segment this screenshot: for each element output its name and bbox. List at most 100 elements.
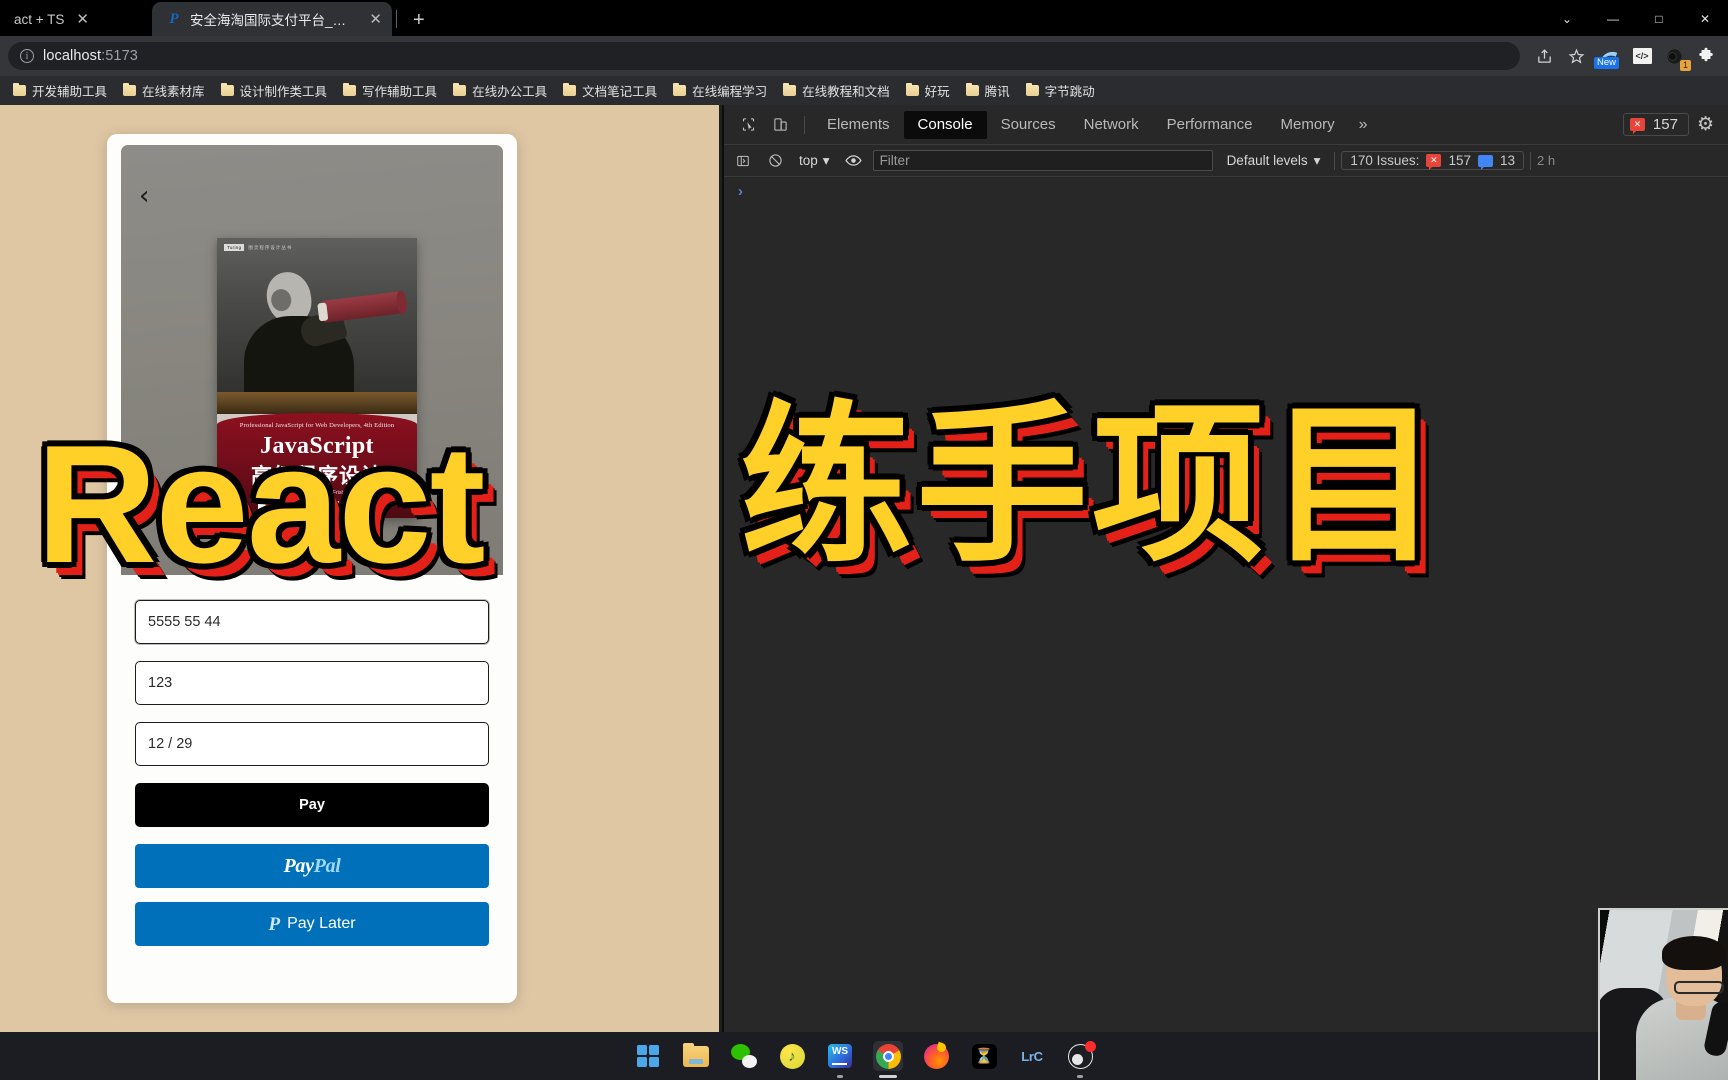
bookmark-label: 文档笔记工具 <box>582 85 658 99</box>
devtools-code-icon[interactable]: </> <box>1628 42 1656 70</box>
maximize-button[interactable]: □ <box>1636 2 1682 36</box>
card-expiry-input[interactable]: 12 / 29 <box>135 722 489 766</box>
taskbar-item-webstorm[interactable]: WS <box>825 1041 855 1078</box>
taskbar-item-chrome[interactable] <box>873 1041 903 1078</box>
bookmark-item[interactable]: 开发辅助工具 <box>6 78 114 103</box>
tab-sources[interactable]: Sources <box>987 111 1070 139</box>
back-button[interactable]: ‹ <box>139 183 149 209</box>
more-tabs-chevron-icon[interactable]: » <box>1349 116 1378 134</box>
book-title-block: Professional JavaScript for Web Develope… <box>217 413 417 518</box>
book-title-en: JavaScript <box>260 433 374 459</box>
live-expression-eye-icon[interactable] <box>841 149 867 173</box>
taskbar-item-capcut[interactable]: ⏳ <box>969 1041 999 1071</box>
error-x-icon: ✕ <box>1426 154 1442 170</box>
taskbar-item-lightroom-classic[interactable]: LrC <box>1017 1041 1047 1071</box>
pay-button[interactable]: Pay <box>135 783 489 827</box>
console-prompt-arrow-icon: › <box>738 182 743 200</box>
pay-later-label: Pay Later <box>287 915 356 932</box>
bookmark-item[interactable]: 好玩 <box>899 78 957 103</box>
bookmark-item[interactable]: 文档笔记工具 <box>556 78 664 103</box>
bookmark-star-icon[interactable] <box>1562 42 1590 70</box>
close-window-button[interactable]: ✕ <box>1682 2 1728 36</box>
devtools-status-area: ✕ 157 ⚙ <box>1622 113 1720 136</box>
bookmark-item[interactable]: 在线素材库 <box>116 78 212 103</box>
bookmark-item[interactable]: 在线编程学习 <box>666 78 774 103</box>
bookmark-label: 在线办公工具 <box>472 85 548 99</box>
tab-network[interactable]: Network <box>1070 111 1153 139</box>
inspect-cursor-icon[interactable] <box>732 111 764 139</box>
share-icon[interactable] <box>1530 42 1558 70</box>
folder-icon <box>965 82 979 96</box>
gear-icon[interactable]: ⚙ <box>1697 113 1714 136</box>
card-number-input[interactable]: 5555 55 44 <box>135 600 489 644</box>
tab-elements[interactable]: Elements <box>813 111 904 139</box>
taskbar-items: ♪ WS ⏳ LrC <box>633 1032 1096 1080</box>
bookmark-item[interactable]: 写作辅助工具 <box>336 78 444 103</box>
book-cover-image: Turing 图灵程序设计丛书 Professional JavaScript … <box>217 238 417 518</box>
folder-icon <box>783 82 797 96</box>
folder-icon <box>343 82 357 96</box>
address-bar[interactable]: i localhost:5173 <box>8 42 1520 70</box>
console-output[interactable]: › <box>724 178 1728 1032</box>
card-cvc-input[interactable]: 123 <box>135 661 489 705</box>
book-author: [美] 马特·弗里斯纳（Matt Frisbie） 著 <box>273 490 361 496</box>
taskbar-item-wechat[interactable] <box>729 1041 759 1071</box>
taskbar-item-start[interactable] <box>633 1041 663 1071</box>
bookmark-label: 开发辅助工具 <box>32 85 108 99</box>
bookmark-label: 好玩 <box>924 85 950 99</box>
tab-divider <box>396 10 397 28</box>
tab-performance[interactable]: Performance <box>1153 111 1267 139</box>
taskbar-item-obs-studio[interactable] <box>1065 1040 1096 1078</box>
error-count-badge[interactable]: ✕ 157 <box>1622 113 1689 136</box>
console-context-selector[interactable]: top ▾ <box>794 153 835 169</box>
tab-close-icon[interactable]: ✕ <box>76 10 89 28</box>
paypal-pay-later-button[interactable]: P Pay Later <box>135 902 489 946</box>
new-tab-button[interactable]: + <box>401 9 437 36</box>
console-filter-input[interactable]: Filter <box>872 150 1213 171</box>
new-feature-icon[interactable]: New <box>1594 44 1624 69</box>
toolbar-divider <box>1530 151 1531 170</box>
taskbar-item-file-explorer[interactable] <box>681 1041 711 1071</box>
clear-console-icon[interactable] <box>762 149 788 173</box>
minimize-button[interactable]: — <box>1590 2 1636 36</box>
tab-search-chevron-icon[interactable]: ⌄ <box>1544 2 1590 36</box>
console-sidebar-icon[interactable] <box>730 149 756 173</box>
bookmark-item[interactable]: 设计制作类工具 <box>214 78 335 103</box>
console-toolbar: top ▾ Filter Default levels ▾ 170 Issues… <box>724 145 1728 177</box>
bookmark-item[interactable]: 字节跳动 <box>1019 78 1102 103</box>
browser-tab-1[interactable]: P 安全海淘国际支付平台_安全收款 ✕ <box>152 2 392 36</box>
tab-console[interactable]: Console <box>903 110 987 139</box>
new-badge-label: New <box>1594 57 1620 69</box>
running-indicator <box>879 1075 897 1078</box>
bookmark-item[interactable]: 腾讯 <box>959 78 1017 103</box>
publisher-logo-1: 中国工信出版集团 <box>258 501 310 512</box>
book-series-bar: Turing 图灵程序设计丛书 <box>224 244 292 251</box>
console-prompt-row[interactable]: › <box>724 178 1728 204</box>
site-info-icon[interactable]: i <box>20 49 34 63</box>
bookmark-label: 设计制作类工具 <box>239 85 328 99</box>
toolbar-divider <box>804 115 805 134</box>
folder-icon <box>563 82 577 96</box>
bookmark-item[interactable]: 在线教程和文档 <box>776 78 897 103</box>
folder-icon <box>1025 82 1039 96</box>
bookmark-label: 在线素材库 <box>142 85 205 99</box>
tab-close-icon[interactable]: ✕ <box>369 10 382 28</box>
browser-tab-0[interactable]: act + TS ✕ <box>0 2 152 36</box>
folder-icon <box>905 82 919 96</box>
bookmark-label: 腾讯 <box>984 85 1010 99</box>
error-count: 157 <box>1652 116 1678 133</box>
paypal-favicon-icon: P <box>169 10 179 27</box>
extensions-puzzle-icon[interactable] <box>1692 42 1720 70</box>
bookmark-item[interactable]: 在线办公工具 <box>446 78 554 103</box>
taskbar-item-qq-music[interactable]: ♪ <box>777 1041 807 1071</box>
log-levels-selector[interactable]: Default levels ▾ <box>1219 153 1329 169</box>
profile-icon[interactable]: 1 <box>1660 42 1691 71</box>
taskbar-item-firefox[interactable] <box>921 1041 951 1071</box>
bookmark-label: 在线教程和文档 <box>802 85 890 99</box>
device-toolbar-icon[interactable] <box>764 111 796 139</box>
issues-badge[interactable]: 170 Issues: ✕ 157 13 <box>1341 151 1524 170</box>
tab-memory[interactable]: Memory <box>1267 111 1349 139</box>
paypal-button[interactable]: PayPal <box>135 844 489 888</box>
folder-icon <box>673 82 687 96</box>
tab-title: act + TS <box>14 11 65 27</box>
